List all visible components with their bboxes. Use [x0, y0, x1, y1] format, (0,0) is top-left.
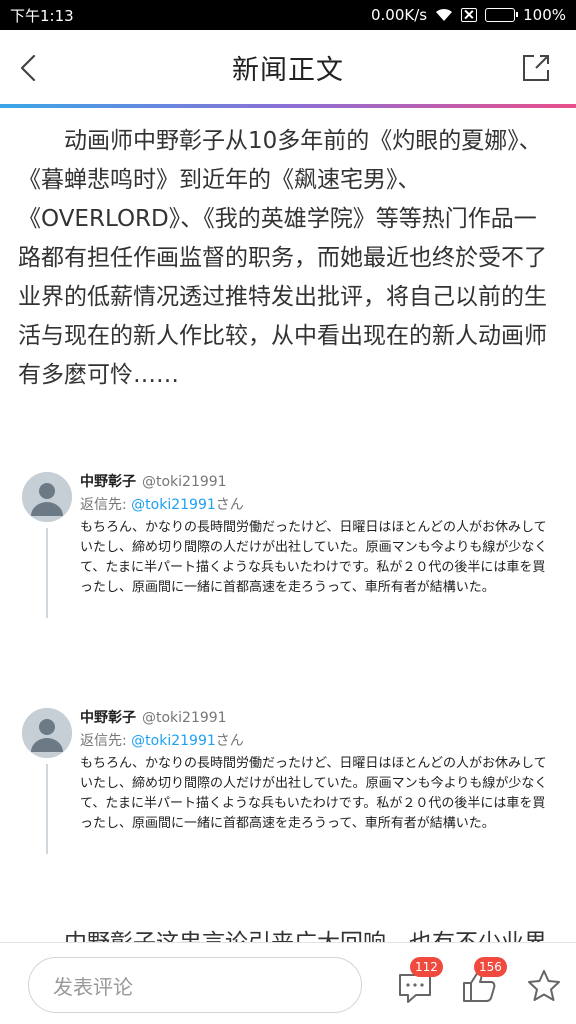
comment-count-badge: 112 — [410, 957, 443, 977]
tweet-body: 中野彰子 @toki21991 返信先: @toki21991さん もちろん、かな… — [80, 472, 552, 598]
tweet-text: もちろん、かなりの長時間労働だったけど、日曜日はほとんどの人がお休みしていたし、… — [80, 520, 548, 595]
tweet-author-name: 中野彰子 — [80, 474, 136, 490]
chevron-left-icon[interactable] — [12, 50, 48, 86]
tweet-body: 中野彰子 @toki21991 返信先: @toki21991さん もちろん、かな… — [80, 708, 552, 834]
article-paragraph-1: 动画师中野彰子从10多年前的《灼眼的夏娜》、《暮蝉悲鸣时》到近年的《飙速宅男》、… — [18, 128, 547, 388]
tweet-author-handle[interactable]: @toki21991 — [142, 474, 227, 490]
no-sim-icon — [461, 8, 478, 22]
reply-to-line: 返信先: @toki21991さん — [80, 494, 552, 516]
comment-input[interactable]: 发表评论 — [28, 957, 362, 1013]
reply-to-line: 返信先: @toki21991さん — [80, 730, 552, 752]
tweet-header: 中野彰子 @toki21991 — [80, 472, 552, 492]
default-avatar-icon — [22, 708, 72, 758]
wifi-icon — [436, 8, 453, 21]
article-paragraph-2: 中野彰子这串言论引来广大回响，也有不少业界 — [0, 914, 576, 942]
avatar — [22, 472, 72, 522]
bottom-action-bar: 发表评论 112 156 — [0, 942, 576, 1024]
thread-line — [46, 528, 48, 618]
tweet-header: 中野彰子 @toki21991 — [80, 708, 552, 728]
default-avatar-icon — [22, 472, 72, 522]
tweet-author-handle[interactable]: @toki21991 — [142, 710, 227, 726]
tweet-text: もちろん、かなりの長時間労働だったけど、日曜日はほとんどの人がお休みしていたし、… — [80, 756, 548, 831]
share-icon[interactable] — [518, 50, 554, 86]
reply-label: 返信先: — [80, 733, 127, 749]
favorite-button[interactable] — [524, 967, 564, 1005]
reply-suffix: さん — [215, 733, 244, 749]
reply-suffix: さん — [215, 497, 244, 513]
reply-mention-link[interactable]: @toki21991 — [131, 497, 216, 513]
comment-placeholder: 发表评论 — [53, 974, 133, 999]
app-header: 新闻正文 — [0, 30, 576, 104]
battery-percent: 100% — [523, 6, 566, 24]
article-body: 动画师中野彰子从10多年前的《灼眼的夏娜》、《暮蝉悲鸣时》到近年的《飙速宅男》、… — [0, 108, 576, 942]
reply-label: 返信先: — [80, 497, 127, 513]
reply-mention-link[interactable]: @toki21991 — [131, 733, 216, 749]
battery-icon — [485, 8, 519, 22]
status-icons: 0.00K/s 100% — [371, 6, 566, 24]
like-button[interactable]: 156 — [460, 957, 507, 1005]
status-time: 下午1:13 — [10, 6, 74, 25]
status-bar: 下午1:13 0.00K/s 100% — [0, 0, 576, 30]
tweet-author-name: 中野彰子 — [80, 710, 136, 726]
network-speed: 0.00K/s — [371, 6, 428, 24]
like-count-badge: 156 — [474, 957, 507, 977]
page-title: 新闻正文 — [232, 54, 344, 86]
star-icon — [528, 970, 560, 1001]
comments-button[interactable]: 112 — [396, 957, 443, 1005]
avatar — [22, 708, 72, 758]
thread-line — [46, 764, 48, 854]
